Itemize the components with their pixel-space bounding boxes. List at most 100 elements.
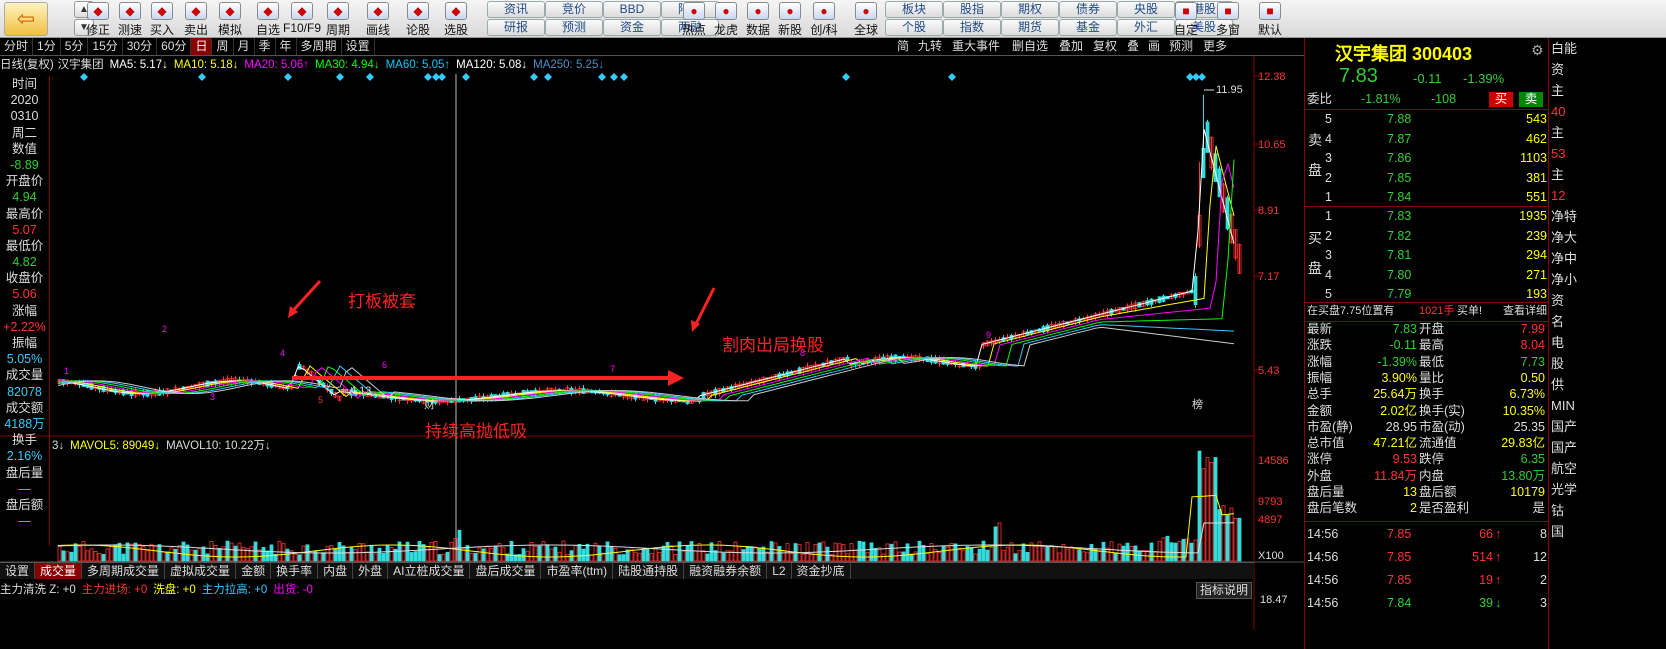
period-tab[interactable]: 多周期 [297,38,342,55]
side-item[interactable]: 资 [1549,290,1666,311]
ask-row[interactable]: 2 7.85 381 [1305,169,1549,188]
side-item[interactable]: 12 [1549,185,1666,206]
side-item[interactable]: 钴 [1549,500,1666,521]
quick-link[interactable]: 预测 [545,19,603,36]
market-link[interactable]: 期货 [1001,19,1059,36]
side-item[interactable]: 净特 [1549,206,1666,227]
indicator-tab[interactable]: 内盘 [318,563,354,579]
side-item[interactable]: 主 [1549,164,1666,185]
market-link[interactable]: 指数 [943,19,1001,36]
side-item[interactable]: 主 [1549,80,1666,101]
bid-row[interactable]: 2 7.82 239 [1305,227,1549,246]
market-link[interactable]: 债券 [1059,1,1117,18]
period-tab[interactable]: 分时 [0,38,34,55]
period-tab[interactable]: 1分 [33,38,61,55]
quick-link[interactable]: 资金 [603,19,661,36]
indicator-tab[interactable]: 金额 [236,563,272,579]
side-item[interactable]: 国产 [1549,416,1666,437]
toolbar-c2-button[interactable]: ■ 多窗 [1208,0,1248,38]
toolbar-b5-button[interactable]: ● 创/科 [804,0,844,38]
chart-option[interactable]: 删自选 [1012,38,1048,55]
side-item[interactable]: 航空 [1549,458,1666,479]
side-item[interactable]: 主 [1549,122,1666,143]
market-link[interactable]: 板块 [885,1,943,18]
side-item[interactable]: 光学 [1549,479,1666,500]
sell-button[interactable]: 卖 [1519,92,1543,107]
chart-option[interactable]: 叠 [1127,38,1139,55]
gear-icon[interactable]: ⚙ [1531,42,1544,59]
side-item[interactable]: 40 [1549,101,1666,122]
toolbar-9-button[interactable]: ◆ 画线 [358,0,398,38]
period-tab[interactable]: 30分 [123,38,158,55]
side-item[interactable]: 白能 [1549,38,1666,59]
side-item[interactable]: 名 [1549,311,1666,332]
ask-row[interactable]: 5 7.88 543 [1305,110,1549,129]
indicator-tab[interactable]: 成交量 [35,563,83,579]
indicator-tab[interactable]: 市盈率(ttm) [541,563,614,579]
period-tab[interactable]: 5分 [61,38,89,55]
chart-option[interactable]: 九转 [918,38,942,55]
side-item[interactable]: 股 [1549,353,1666,374]
toolbar-c1-button[interactable]: ■ 自定 [1166,0,1206,38]
indicator-tab[interactable]: 多周期成交量 [82,563,166,579]
side-item[interactable]: 53 [1549,143,1666,164]
chart-option[interactable]: 复权 [1093,38,1117,55]
chart-option[interactable]: 画 [1148,38,1160,55]
bid-row[interactable]: 1 7.83 1935 [1305,207,1549,226]
side-item[interactable]: 资 [1549,59,1666,80]
ask-row[interactable]: 3 7.86 1103 [1305,149,1549,168]
toolbar-b6-button[interactable]: ● 全球 [846,0,886,38]
indicator-tab[interactable]: 外盘 [353,563,389,579]
indicator-tab[interactable]: 换手率 [271,563,319,579]
side-item[interactable]: 国 [1549,521,1666,542]
view-detail-link[interactable]: 查看详细 [1503,302,1547,321]
toolbar-8-button[interactable]: ◆ 周期 [318,0,358,38]
side-item[interactable]: 电 [1549,332,1666,353]
indicator-tab[interactable]: AI立桩成交量 [388,563,471,579]
side-item[interactable]: 净小 [1549,269,1666,290]
indicator-tab[interactable]: 设置 [0,563,36,579]
indicator-tab[interactable]: 盘后成交量 [470,563,542,579]
market-link[interactable]: 个股 [885,19,943,36]
quick-link[interactable]: 资讯 [487,1,545,18]
indicator-tab[interactable]: 融资融券余额 [684,563,768,579]
chart-option[interactable]: 更多 [1203,38,1227,55]
kline-chart-area[interactable]: 12.38 10.65 8.91 7.17 5.43 14586 9793 4897 X100 1… [0,56,1304,629]
indicator-tab[interactable]: 资金抄底 [792,563,851,579]
toolbar-10-button[interactable]: ◆ 论股 [398,0,438,38]
buy-button[interactable]: 买 [1489,92,1513,107]
toolbar-7-button[interactable]: ◆ F10/F9 [282,0,322,38]
side-item[interactable]: 净大 [1549,227,1666,248]
period-tab[interactable]: 年 [276,38,297,55]
ask-row[interactable]: 1 7.84 551 [1305,188,1549,207]
chart-option[interactable]: 预测 [1169,38,1193,55]
indicator-help-button[interactable]: 指标说明 [1196,582,1252,599]
indicator-tab[interactable]: 虚拟成交量 [165,563,237,579]
back-arrow-icon[interactable]: ⇦ [4,2,48,36]
bid-row[interactable]: 4 7.80 271 [1305,266,1549,285]
period-tab[interactable]: 季 [255,38,276,55]
toolbar-c3-button[interactable]: ■ 默认 [1250,0,1290,38]
period-tab[interactable]: 设置 [342,38,375,55]
market-link[interactable]: 基金 [1059,19,1117,36]
market-link[interactable]: 股指 [943,1,1001,18]
chart-option[interactable]: 简 [897,38,909,55]
ask-row[interactable]: 4 7.87 462 [1305,130,1549,149]
quick-link[interactable]: 竞价 [545,1,603,18]
quick-link[interactable]: 研报 [487,19,545,36]
period-tab[interactable]: 月 [234,38,255,55]
quick-link[interactable]: BBD [603,1,661,18]
indicator-tab[interactable]: 陆股通持股 [613,563,685,579]
period-tab[interactable]: 60分 [157,38,192,55]
side-item[interactable]: 国产 [1549,437,1666,458]
chart-option[interactable]: 重大事件 [952,38,1000,55]
side-item[interactable]: MIN [1549,395,1666,416]
bid-row[interactable]: 3 7.81 294 [1305,246,1549,265]
period-tab[interactable]: 15分 [88,38,123,55]
side-item[interactable]: 供 [1549,374,1666,395]
period-tab[interactable]: 日 [191,38,213,55]
toolbar-11-button[interactable]: ◆ 选股 [436,0,476,38]
market-link[interactable]: 期权 [1001,1,1059,18]
side-item[interactable]: 净中 [1549,248,1666,269]
toolbar-5-button[interactable]: ◆ 模拟 [210,0,250,38]
